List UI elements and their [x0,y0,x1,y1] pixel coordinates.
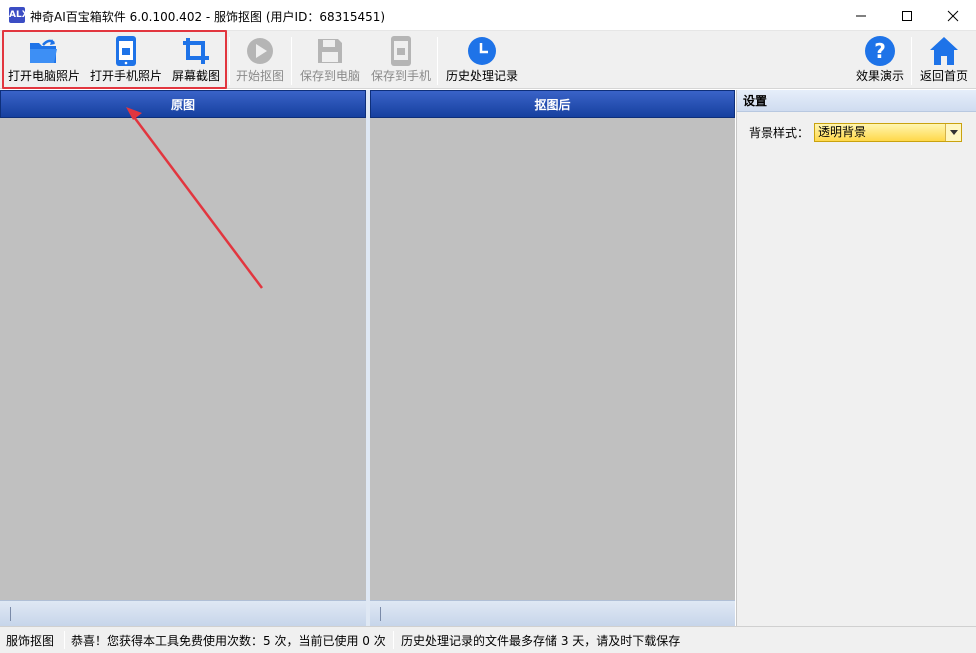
result-scrollbar[interactable] [370,600,735,626]
status-usage: 恭喜！您获得本工具免费使用次数：5 次，当前已使用 0 次 [71,634,386,648]
result-panel: 抠图后 [370,90,735,626]
start-cutout-label: 开始抠图 [235,69,284,83]
home-label: 返回首页 [919,69,968,83]
title-bar: ALX 神奇AI百宝箱软件 6.0.100.402 - 服饰抠图 (用户ID：6… [0,0,976,31]
status-mode: 服饰抠图 [6,634,55,648]
clock-icon [464,35,500,67]
close-icon [947,10,959,21]
maximize-button[interactable] [884,0,930,31]
help-icon: ? [862,35,898,67]
history-button[interactable]: 历史处理记录 [443,35,521,87]
status-bar: 服饰抠图 恭喜！您获得本工具免费使用次数：5 次，当前已使用 0 次 历史处理记… [0,626,976,653]
window-title: 神奇AI百宝箱软件 6.0.100.402 - 服饰抠图 (用户ID：68315… [30,10,386,24]
save-to-phone-button[interactable]: 保存到手机 [368,35,434,87]
original-scrollbar[interactable] [0,600,366,626]
original-panel-header: 原图 [0,90,366,118]
home-button[interactable]: 返回首页 [916,35,972,87]
background-style-label: 背景样式： [749,126,810,140]
background-style-select[interactable]: 透明背景 [814,123,962,142]
svg-text:?: ? [874,39,886,63]
toolbar-divider [229,37,230,85]
maximize-icon [902,10,912,21]
toolbar-divider [291,37,292,85]
toolbar-divider [437,37,438,85]
chevron-down-icon[interactable] [945,124,961,141]
status-divider [393,631,394,649]
original-panel: 原图 [0,90,366,626]
result-image-area[interactable] [370,118,735,600]
background-style-value: 透明背景 [818,125,867,139]
phone-save-icon [383,35,419,67]
minimize-icon [856,15,866,16]
toolbar-divider [911,37,912,85]
play-icon [242,35,278,67]
demo-button[interactable]: ? 效果演示 [853,35,907,87]
status-divider [64,631,65,649]
app-icon: ALX [9,7,29,23]
settings-panel: 设置 背景样式： 透明背景 [736,90,976,626]
minimize-button[interactable] [838,0,884,31]
settings-header: 设置 [737,90,976,112]
annotation-highlight-box [2,30,227,89]
start-cutout-button[interactable]: 开始抠图 [233,35,287,87]
original-image-area[interactable] [0,118,366,600]
save-disk-icon [312,35,348,67]
save-to-pc-button[interactable]: 保存到电脑 [297,35,363,87]
save-to-pc-label: 保存到电脑 [299,69,360,83]
home-icon [926,35,962,67]
status-history-note: 历史处理记录的文件最多存储 3 天，请及时下载保存 [401,634,681,648]
result-panel-header: 抠图后 [370,90,735,118]
demo-label: 效果演示 [855,69,904,83]
close-button[interactable] [930,0,976,31]
history-label: 历史处理记录 [445,69,518,83]
save-to-phone-label: 保存到手机 [370,69,431,83]
